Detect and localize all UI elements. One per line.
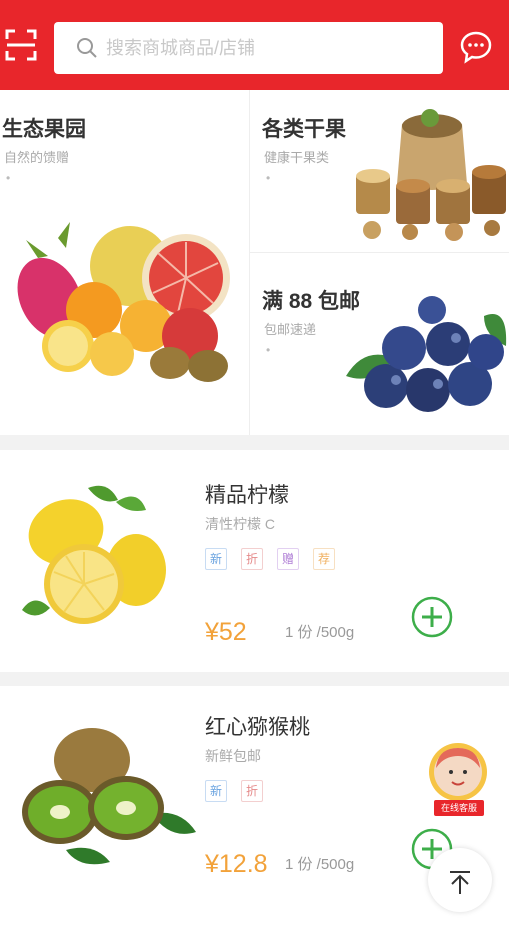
scan-icon[interactable] [4, 28, 38, 62]
tag-discount: 折 [241, 548, 263, 570]
search-placeholder: 搜索商城商品/店铺 [106, 38, 256, 58]
promo-subtitle: 包邮速递 [264, 322, 317, 337]
product-unit: 1 份 /500g [285, 624, 355, 641]
fruit-platter-image [17, 222, 230, 382]
tag-gift: 赠 [277, 548, 299, 570]
search-input[interactable]: 搜索商城商品/店铺 [54, 22, 443, 74]
blueberries-image [346, 296, 507, 412]
search-icon [77, 38, 97, 58]
promo-title: 生态果园 [2, 118, 86, 141]
divider [250, 252, 509, 253]
promo-subtitle: 自然的馈赠 [4, 150, 70, 165]
product-unit: 1 份 /500g [285, 856, 355, 873]
divider [249, 90, 250, 435]
promo-subtitle: 健康干果类 [264, 150, 330, 165]
add-to-cart-button[interactable] [411, 596, 453, 638]
product-subtitle: 清性柠檬 C [205, 516, 275, 532]
customer-service-label: 在线客服 [434, 800, 484, 816]
tag-discount: 折 [241, 780, 263, 802]
top-header: 搜索商城商品/店铺 [0, 0, 509, 90]
promo-dot: • [266, 171, 271, 185]
promo-title: 各类干果 [262, 118, 346, 141]
tag-new: 新 [205, 548, 227, 570]
message-icon[interactable] [459, 30, 493, 64]
product-name: 红心猕猴桃 [205, 716, 310, 739]
kiwi-image [22, 728, 196, 865]
product-price: ¥52 [205, 618, 247, 646]
promo-dot: • [266, 343, 271, 357]
product-card-lemon[interactable]: 精品柠檬 清性柠檬 C 新 折 赠 荐 ¥52 1 份 /500g [0, 450, 509, 672]
section-gap [0, 435, 509, 450]
lemon-image [22, 485, 166, 624]
product-price: ¥12.8 [205, 850, 268, 878]
tag-new: 新 [205, 780, 227, 802]
tag-recommend: 荐 [313, 548, 335, 570]
nuts-image [356, 109, 506, 241]
promo-section: 生态果园 自然的馈赠 • 各类干果 健康干果类 • 满 88 包邮 包邮速递 • [0, 90, 509, 435]
product-name: 精品柠檬 [205, 484, 289, 507]
back-to-top-button[interactable] [428, 848, 492, 912]
back-to-top-icon [450, 871, 470, 894]
promo-dot: • [6, 171, 11, 185]
product-subtitle: 新鲜包邮 [205, 748, 261, 764]
